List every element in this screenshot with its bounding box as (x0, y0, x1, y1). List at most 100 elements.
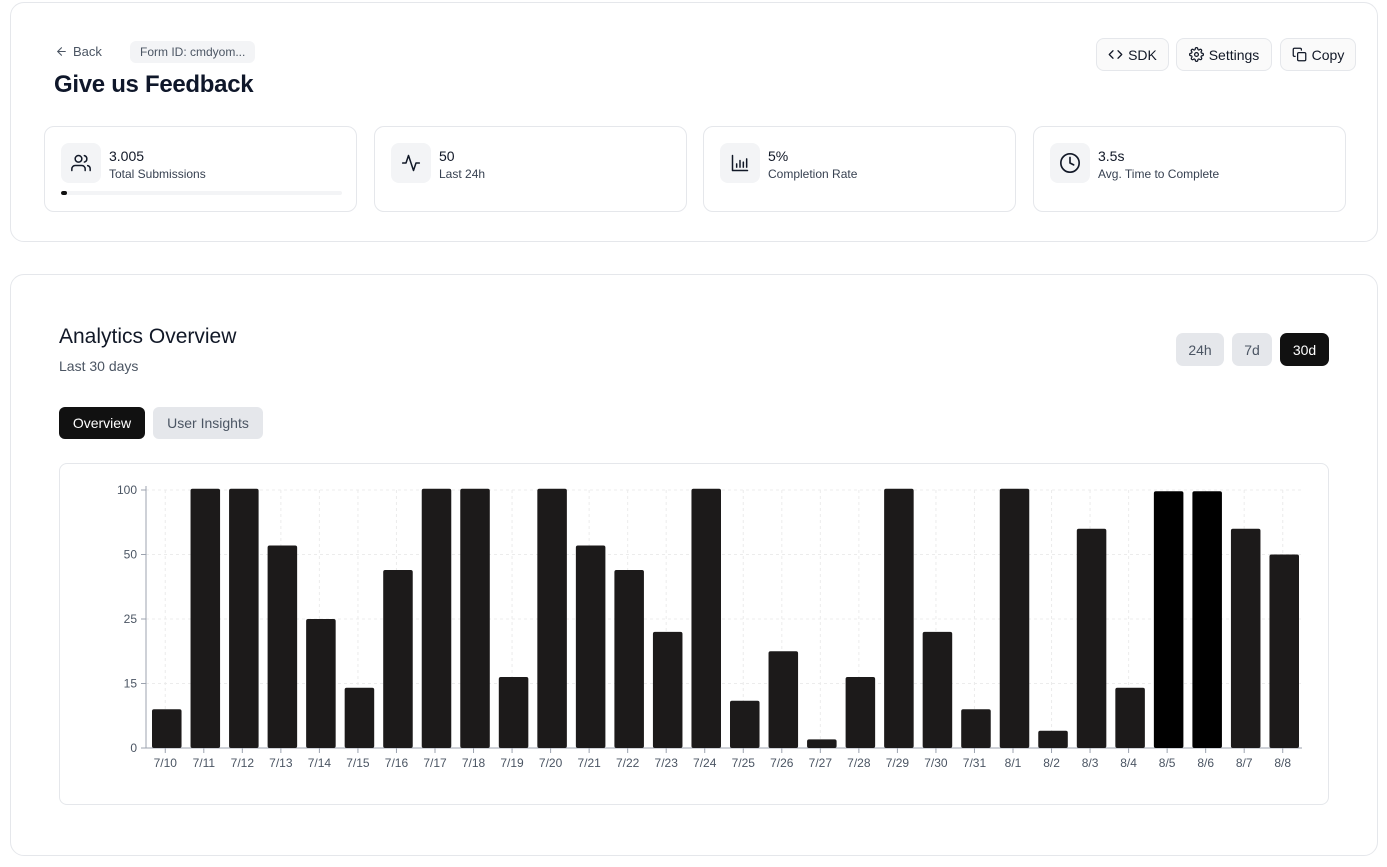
users-icon (61, 143, 101, 183)
x-tick-label: 7/26 (770, 756, 794, 770)
copy-button[interactable]: Copy (1280, 38, 1356, 71)
range-24h-button[interactable]: 24h (1176, 333, 1224, 366)
bar-7-10 (152, 709, 182, 748)
bar-8-6 (1192, 491, 1222, 748)
gear-icon (1188, 47, 1204, 62)
back-link[interactable]: Back (55, 44, 102, 59)
stat-value: 3.005 (109, 148, 145, 164)
bar-7-27 (807, 739, 837, 748)
bar-7-19 (498, 677, 529, 748)
x-tick-label: 7/12 (231, 756, 255, 770)
x-tick-label: 7/29 (886, 756, 910, 770)
x-tick-label: 7/23 (655, 756, 679, 770)
arrow-left-icon (57, 47, 66, 56)
code-icon (1108, 50, 1123, 59)
sdk-button[interactable]: SDK (1096, 38, 1169, 71)
bar-8-4 (1115, 687, 1145, 748)
y-tick-label: 100 (117, 483, 137, 497)
bar-7-17 (421, 488, 452, 748)
x-tick-label: 7/13 (269, 756, 293, 770)
x-tick-label: 8/6 (1197, 756, 1214, 770)
bar-7-20 (537, 488, 567, 748)
analytics-subtitle: Last 30 days (59, 358, 139, 374)
bar-7-16 (383, 569, 413, 748)
x-tick-label: 7/27 (809, 756, 833, 770)
x-tick-label: 8/5 (1159, 756, 1176, 770)
bar-7-28 (845, 677, 876, 748)
x-tick-label: 7/30 (924, 756, 948, 770)
x-tick-label: 7/10 (154, 756, 178, 770)
copy-label: Copy (1311, 46, 1345, 63)
bar-7-23 (652, 631, 683, 748)
stat-value: 50 (439, 148, 455, 164)
x-tick-label: 7/24 (693, 756, 717, 770)
y-tick-label: 25 (124, 612, 138, 626)
bar-7-31 (961, 709, 991, 748)
tab-user-insights[interactable]: User Insights (153, 407, 263, 439)
x-tick-label: 7/18 (462, 756, 486, 770)
x-tick-label: 8/3 (1082, 756, 1099, 770)
bar-7-22 (614, 569, 644, 748)
stat-card-last-24h: 50 Last 24h (374, 126, 687, 212)
stat-label: Avg. Time to Complete (1098, 167, 1220, 181)
bar-7-21 (575, 545, 606, 748)
submissions-progress-bar (61, 191, 342, 195)
chart-container: 0 15 25 50 100 7/10 7/11 7/12 7/13 7/14 7/15 7/16 7/… (59, 463, 1329, 805)
stat-label: Last 24h (439, 167, 486, 181)
bar-8-7 (1230, 528, 1261, 748)
stat-card-total-submissions: 3.005 Total Submissions (44, 126, 357, 212)
bar-7-11 (190, 488, 221, 748)
x-tick-label: 7/31 (963, 756, 987, 770)
x-tick-label: 7/21 (577, 756, 601, 770)
stat-value: 5% (768, 148, 789, 164)
bar-7-13 (267, 545, 298, 748)
settings-label: Settings (1208, 46, 1260, 63)
x-tick-label: 8/2 (1043, 756, 1060, 770)
stat-card-completion-rate: 5% Completion Rate (703, 126, 1016, 212)
bar-8-2 (1038, 730, 1068, 748)
range-30d-button[interactable]: 30d (1280, 333, 1329, 366)
bar-7-18 (460, 488, 490, 748)
copy-icon (1292, 47, 1307, 62)
analytics-title: Analytics Overview (59, 325, 237, 348)
x-tick-label: 7/15 (346, 756, 370, 770)
x-tick-label: 7/14 (308, 756, 332, 770)
back-label: Back (73, 44, 102, 59)
y-tick-label: 0 (130, 741, 137, 755)
bar-7-25 (730, 700, 760, 748)
x-tick-label: 7/20 (539, 756, 563, 770)
x-tick-label: 8/8 (1274, 756, 1291, 770)
x-tick-label: 7/25 (732, 756, 756, 770)
form-header-card: Back Form ID: cmdyom... Give us Feedback… (10, 2, 1378, 242)
x-tick-label: 7/11 (193, 756, 216, 770)
x-tick-label: 8/7 (1236, 756, 1253, 770)
page-title: Give us Feedback (54, 71, 254, 98)
analytics-card: Analytics Overview Last 30 days 24h 7d 3… (10, 274, 1378, 856)
bar-8-3 (1076, 528, 1107, 748)
x-tick-label: 8/4 (1120, 756, 1137, 770)
activity-icon (391, 143, 431, 183)
bar-8-1 (999, 488, 1030, 748)
x-tick-label: 7/17 (423, 756, 447, 770)
bar-8-5 (1153, 491, 1184, 748)
y-tick-label: 50 (124, 548, 138, 562)
range-7d-button[interactable]: 7d (1232, 333, 1272, 366)
bar-7-26 (768, 651, 799, 748)
stat-card-avg-time: 3.5s Avg. Time to Complete (1033, 126, 1346, 212)
bar-chart-icon (720, 143, 760, 183)
x-tick-label: 8/1 (1005, 756, 1022, 770)
tab-overview[interactable]: Overview (59, 407, 145, 439)
sdk-label: SDK (1128, 46, 1157, 63)
bar-7-12 (229, 488, 259, 748)
y-tick-label: 15 (124, 677, 138, 691)
bar-chart: 0 15 25 50 100 7/10 7/11 7/12 7/13 7/14 7/15 7/16 7/… (117, 483, 1302, 770)
x-tick-label: 7/28 (847, 756, 871, 770)
x-tick-label: 7/22 (616, 756, 640, 770)
settings-button[interactable]: Settings (1176, 38, 1272, 71)
bar-7-14 (306, 619, 336, 748)
x-tick-label: 7/19 (500, 756, 524, 770)
stat-label: Completion Rate (768, 167, 858, 181)
form-id-badge: Form ID: cmdyom... (130, 41, 256, 63)
bar-7-30 (922, 631, 953, 748)
x-tick-label: 7/16 (385, 756, 409, 770)
